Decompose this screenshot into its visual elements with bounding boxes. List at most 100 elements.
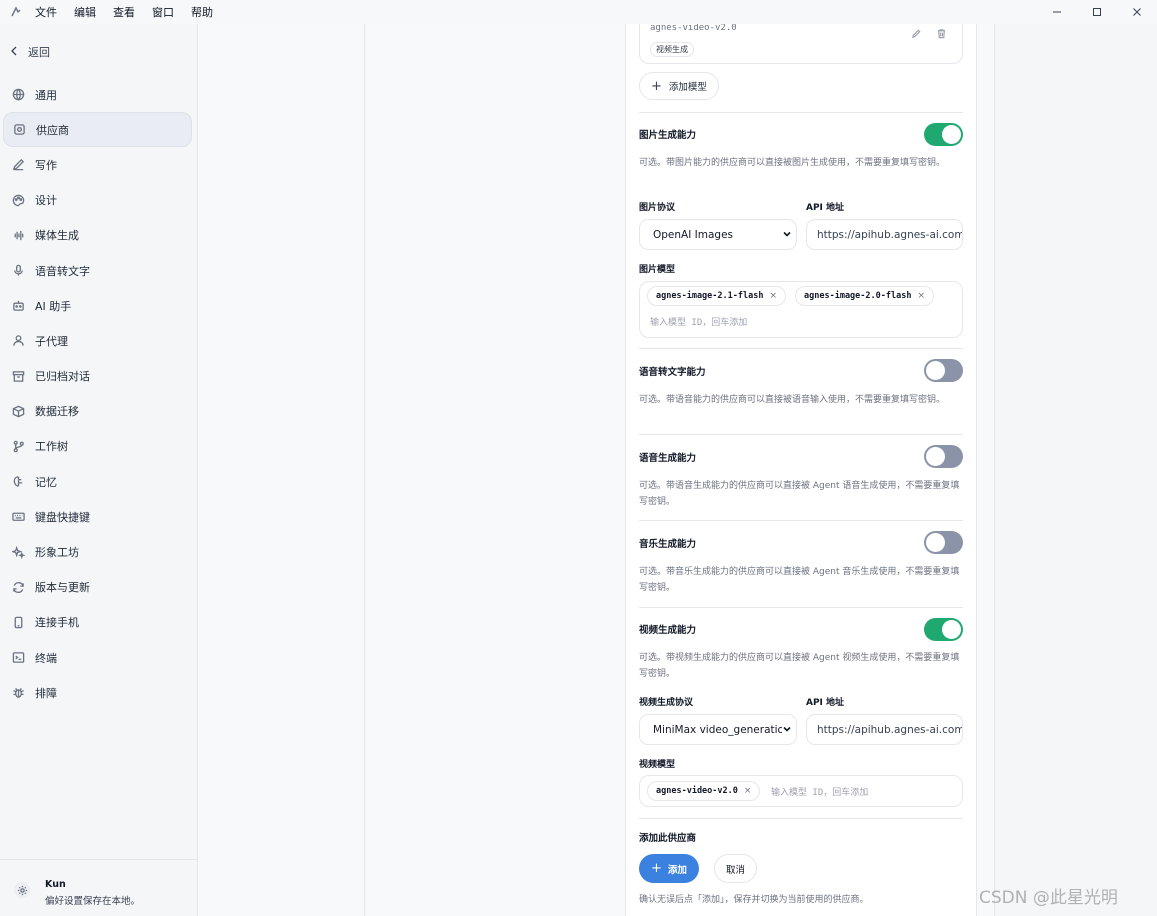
video-api-label: API 地址 [806,698,845,708]
sidebar-item-memory[interactable]: 记忆 [3,464,192,499]
sidebar-item-media[interactable]: 媒体生成 [3,218,192,253]
sidebar-item-connect-phone[interactable]: 连接手机 [3,605,192,640]
maximize-button[interactable] [1077,0,1117,24]
sidebar-item-general[interactable]: 通用 [3,77,192,112]
image-models-placeholder[interactable]: 输入模型 ID，回车添加 [650,315,747,328]
model-name: agnes-video-v2.0 [650,24,737,32]
music-section-title: 音乐生成能力 [639,539,697,550]
provider-icon [12,123,26,137]
waveform-icon [11,228,25,242]
menu-window[interactable]: 窗口 [152,4,174,20]
stt-toggle[interactable] [924,359,963,382]
chevron-left-icon [10,45,18,59]
cancel-button[interactable]: 取消 [714,854,757,883]
video-protocol-label: 视频生成协议 [639,698,694,708]
model-tag: 视频生成 [650,42,694,57]
sidebar-item-troubleshoot[interactable]: 排障 [3,675,192,710]
sidebar-item-label: 语音转文字 [35,264,90,278]
sidebar-item-ai-assistant[interactable]: AI 助手 [3,288,192,323]
sidebar-item-providers[interactable]: 供应商 [3,112,192,148]
add-model-label: 添加模型 [668,82,707,93]
video-toggle[interactable] [924,618,963,641]
sidebar-item-version-updates[interactable]: 版本与更新 [3,570,192,605]
video-api-input[interactable]: https://apihub.agnes-ai.com [806,714,963,745]
plus-icon: + [651,861,662,876]
image-toggle[interactable] [924,123,963,146]
image-protocol-select[interactable]: OpenAI Images [639,219,797,250]
tts-section-desc: 可选。带语音生成能力的供应商可以直接被 Agent 语音生成使用，不需要重复填写… [639,481,960,507]
image-protocol-label: 图片协议 [639,203,676,213]
settings-nav: 通用 供应商 写作 设计 媒体生成 语音转文字 AI 助手 子代理 已归档对话 … [3,77,192,710]
divider [639,818,963,819]
sidebar-item-label: 终端 [35,651,57,665]
menu-edit[interactable]: 编辑 [74,4,96,20]
minimize-button[interactable] [1037,0,1077,24]
menu-view[interactable]: 查看 [113,4,135,20]
sidebar-item-subagents[interactable]: 子代理 [3,323,192,358]
image-api-input[interactable]: https://apihub.agnes-ai.com [806,219,963,250]
sidebar-item-writing[interactable]: 写作 [3,147,192,182]
sparkles-icon [11,545,25,559]
divider [639,607,963,608]
tts-toggle[interactable] [924,445,963,468]
video-protocol-select[interactable]: MiniMax video_generation [639,714,797,745]
terminal-icon [11,651,25,665]
menu-file[interactable]: 文件 [35,4,57,20]
add-provider-button[interactable]: + 添加 [639,854,699,883]
remove-chip-icon[interactable]: × [917,291,925,301]
back-button[interactable]: 返回 [10,44,50,60]
close-button[interactable] [1117,0,1157,24]
list-pane [198,24,365,916]
add-label: 添加 [667,864,687,876]
sidebar-item-label: 子代理 [35,334,68,348]
phone-icon [11,615,25,629]
sidebar-item-archived[interactable]: 已归档对话 [3,359,192,394]
brain-icon [11,475,25,489]
bug-icon [11,686,25,700]
sidebar-item-speech-to-text[interactable]: 语音转文字 [3,253,192,288]
add-provider-hint: 确认无误后点「添加」，保存并切换为当前使用的供应商。 [639,895,869,905]
sidebar-item-label: 媒体生成 [35,229,79,243]
sidebar-item-label: 供应商 [36,123,69,137]
trash-icon[interactable] [936,28,948,40]
model-chip-label: agnes-image-2.0-flash [804,291,912,301]
menu-help[interactable]: 帮助 [191,4,213,20]
user-name: Kun [45,879,66,890]
sidebar-item-label: 记忆 [35,475,57,489]
image-section-desc: 可选。带图片能力的供应商可以直接被图片生成使用，不需要重复填写密钥。 [639,158,946,168]
sidebar-item-label: 版本与更新 [35,581,90,595]
sidebar-item-avatar-studio[interactable]: 形象工坊 [3,534,192,569]
sidebar-item-label: AI 助手 [35,299,72,313]
add-provider-title: 添加此供应商 [639,833,697,844]
sidebar-item-design[interactable]: 设计 [3,183,192,218]
sidebar-item-worktree[interactable]: 工作树 [3,429,192,464]
chevron-down-icon [782,724,792,737]
edit-icon[interactable] [911,28,923,40]
divider [639,112,963,113]
video-section-title: 视频生成能力 [639,625,697,636]
image-section-title: 图片生成能力 [639,130,697,141]
sidebar-item-label: 排障 [35,686,57,700]
maximize-icon [1093,8,1101,16]
sidebar-item-label: 连接手机 [35,616,79,630]
sidebar-item-data-migration[interactable]: 数据迁移 [3,394,192,429]
refresh-icon [11,580,25,594]
sidebar-item-label: 已归档对话 [35,370,90,384]
music-toggle[interactable] [924,531,963,554]
add-model-button[interactable]: + 添加模型 [639,72,719,100]
gear-icon[interactable] [14,882,30,898]
user-icon [11,334,25,348]
sidebar-item-keyboard-shortcuts[interactable]: 键盘快捷键 [3,499,192,534]
divider [639,520,963,521]
sidebar-item-terminal[interactable]: 终端 [3,640,192,675]
model-chip-label: agnes-image-2.1-flash [656,291,764,301]
globe-icon [11,88,25,102]
app-logo-icon [9,5,23,19]
sidebar-item-label: 工作树 [35,440,68,454]
image-models-label: 图片模型 [639,265,676,275]
sidebar-item-label: 设计 [35,194,57,208]
video-models-placeholder[interactable]: 输入模型 ID，回车添加 [771,785,868,798]
remove-chip-icon[interactable]: × [769,291,777,301]
git-branch-icon [11,439,25,453]
remove-chip-icon[interactable]: × [744,786,752,796]
